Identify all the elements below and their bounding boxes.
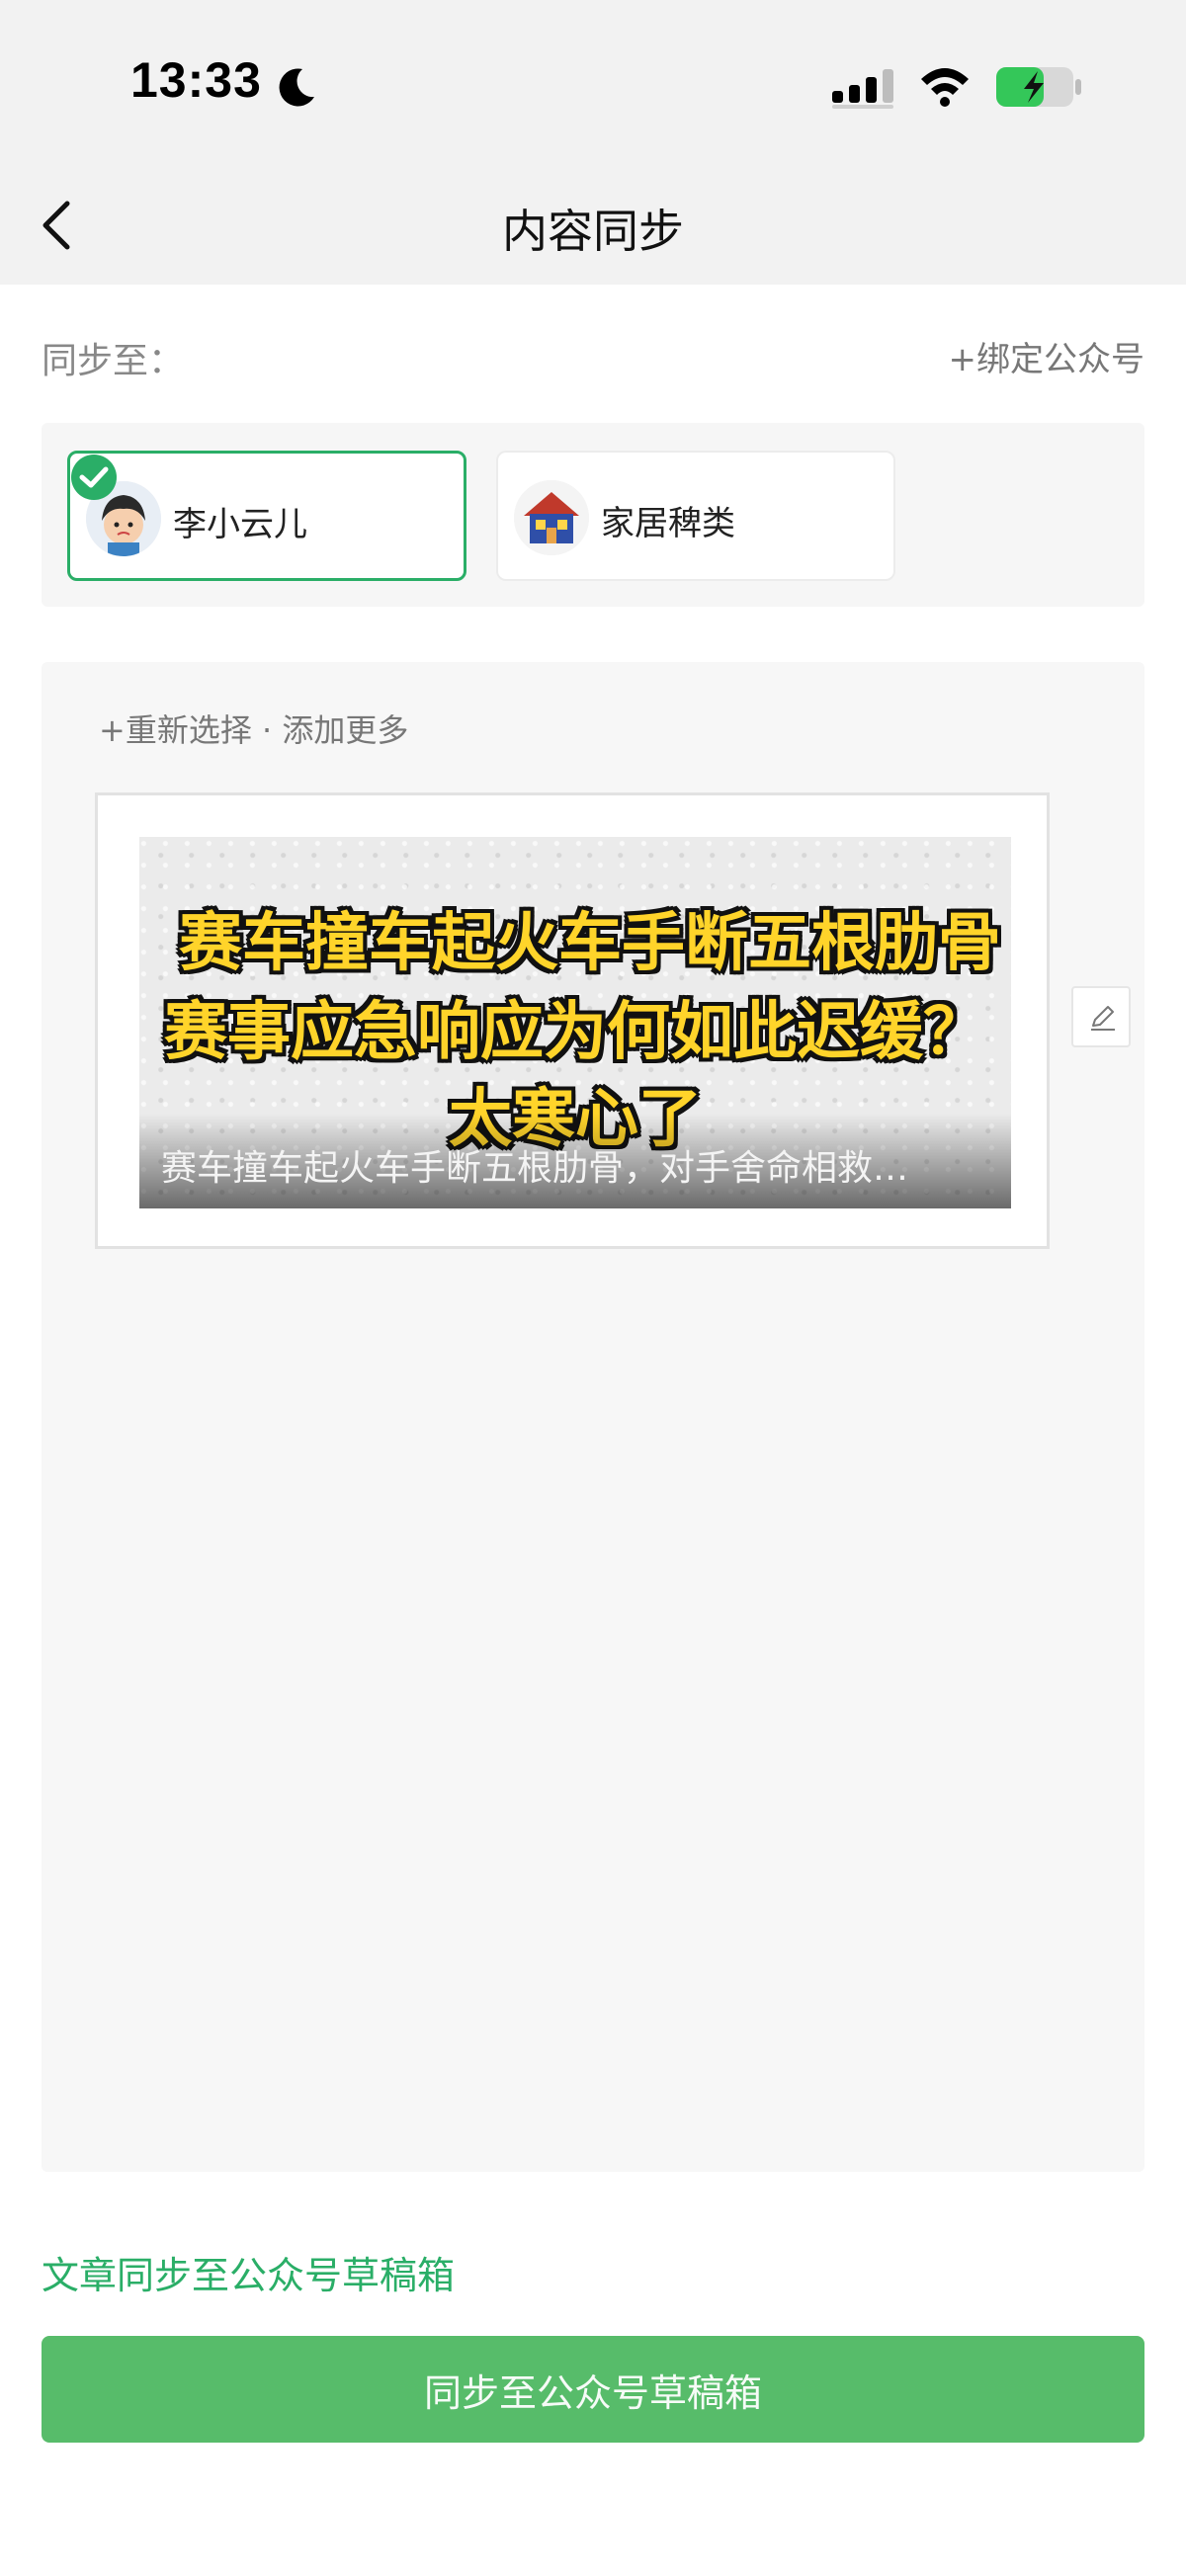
article-card[interactable]: 赛车撞车起火车手断五根肋骨 赛事应急响应为何如此迟缓？ 太寒心了 赛车撞车起火车… (95, 792, 1050, 1249)
bind-account-link[interactable]: +绑定公众号 (949, 332, 1145, 380)
house-avatar (514, 480, 589, 555)
nav-bar: 内容同步 (0, 158, 1186, 285)
cover-headline-1: 赛车撞车起火车手断五根肋骨 (179, 907, 1001, 980)
check-icon (71, 455, 117, 500)
cover-headline-2: 赛事应急响应为何如此迟缓？ (164, 996, 986, 1069)
wifi-icon (921, 68, 969, 107)
account-list: 李小云儿 家居稗类 (42, 423, 1144, 607)
sync-to-label: 同步至： (42, 341, 185, 381)
account-name: 李小云儿 (173, 505, 307, 544)
page-title: 内容同步 (502, 205, 684, 258)
content-panel: +重新选择 · 添加更多 赛车撞车起火车手断五根肋骨 赛事应急响应为何如此迟缓？… (42, 662, 1144, 2172)
article-caption-overlay: 赛车撞车起火车手断五根肋骨，对手舍命相救… (139, 1114, 1011, 1208)
sync-button-label: 同步至公众号草稿箱 (423, 2370, 762, 2415)
article-caption: 赛车撞车起火车手断五根肋骨，对手舍命相救… (161, 1148, 909, 1189)
battery-charging-icon (996, 67, 1081, 107)
pencil-icon (1091, 1006, 1115, 1031)
sync-draft-note[interactable]: 文章同步至公众号草稿箱 (42, 2245, 455, 2299)
article-cover: 赛车撞车起火车手断五根肋骨 赛事应急响应为何如此迟缓？ 太寒心了 赛车撞车起火车… (139, 837, 1011, 1208)
reselect-add-more-link[interactable]: +重新选择 · 添加更多 (99, 706, 408, 751)
sync-to-draft-button[interactable]: 同步至公众号草稿箱 (42, 2336, 1144, 2443)
status-time: 13:33 (130, 52, 262, 108)
moon-icon (279, 68, 314, 107)
status-bar: 13:33 (0, 0, 1186, 158)
account-card[interactable]: 家居稗类 (496, 451, 895, 581)
edit-button[interactable] (1071, 986, 1131, 1047)
signal-icon (832, 69, 893, 109)
account-card-selected[interactable]: 李小云儿 (67, 451, 466, 581)
account-name: 家居稗类 (601, 504, 735, 543)
